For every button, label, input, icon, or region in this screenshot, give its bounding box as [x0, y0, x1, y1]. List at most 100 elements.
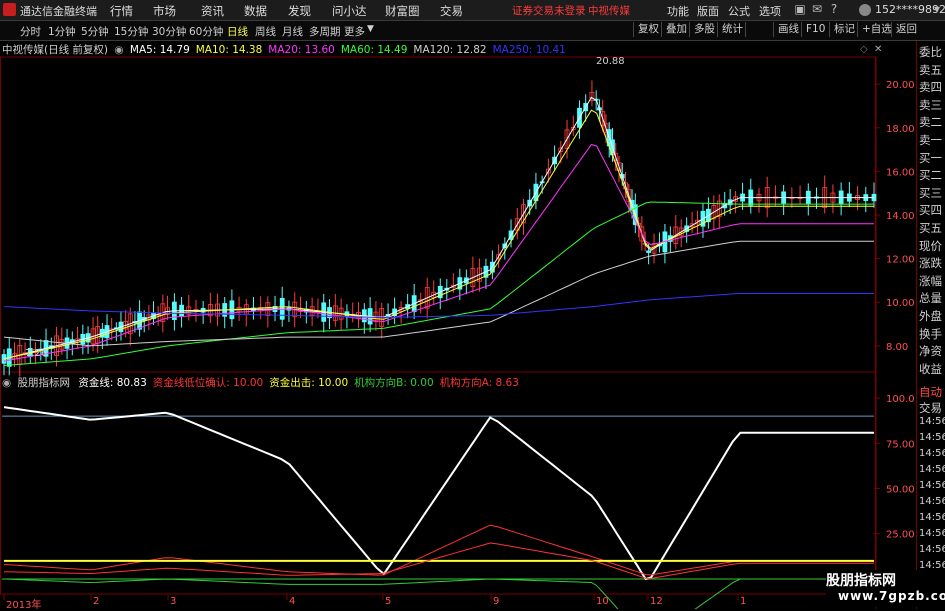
tool-mark[interactable]: 标记: [829, 22, 855, 37]
y-tick-label: 18.00: [886, 124, 915, 135]
quote-field-label: 现价: [919, 238, 942, 253]
ma-legend-item: MA250: 10.41: [492, 44, 566, 56]
legend-toggle-icon[interactable]: ◉: [114, 44, 123, 56]
trade-time-label: 14:56: [919, 464, 945, 475]
main-chart-border: [0, 56, 876, 373]
app-title: 通达信金融终端: [20, 5, 97, 18]
tool-stats[interactable]: 统计: [717, 22, 743, 37]
date-label: 10: [596, 596, 609, 607]
tool-add-watchlist[interactable]: +自选: [857, 22, 892, 37]
date-label: 5: [385, 596, 392, 607]
message-icon[interactable]: ✉: [810, 2, 824, 16]
y-tick-label: 20.00: [886, 80, 915, 91]
menu-data[interactable]: 数据: [244, 3, 267, 19]
indicator-name[interactable]: 股朋指标网: [18, 377, 71, 389]
period-multi[interactable]: 多周期: [309, 24, 341, 39]
trade-time-label: 14:56: [919, 512, 945, 523]
indicator-toggle-icon[interactable]: ◉: [2, 377, 11, 389]
period-5min[interactable]: 5分钟: [81, 24, 109, 39]
menu-news[interactable]: 资讯: [201, 3, 224, 19]
tool-sep: [745, 22, 760, 37]
trade-time-label: 14:56: [919, 544, 945, 555]
ind-line: [3, 406, 874, 581]
trade-time-label: 14:56: [919, 480, 945, 491]
quote-field-label: 换手: [919, 326, 942, 341]
period-weekly[interactable]: 周线: [255, 24, 276, 39]
tool-f10[interactable]: F10: [801, 22, 825, 37]
y-tick-label: 10.00: [886, 298, 915, 309]
menu-discover[interactable]: 发现: [288, 3, 311, 19]
low-price-label: 7.26: [25, 348, 48, 359]
chart-nav-icon[interactable]: ◇: [860, 44, 868, 55]
user-avatar-icon[interactable]: [859, 4, 871, 16]
quote-field-label: 卖二: [919, 115, 942, 130]
menu-trade[interactable]: 交易: [440, 3, 463, 19]
tool-overlay[interactable]: 叠加: [661, 22, 687, 37]
period-15min[interactable]: 15分钟: [114, 24, 148, 39]
quote-field-label: 买二: [919, 168, 942, 183]
period-intraday[interactable]: 分时: [20, 24, 41, 39]
trade-time-label: 14:56: [919, 448, 945, 459]
window-menu-icon[interactable]: ▾: [930, 2, 944, 16]
login-warning[interactable]: 证券交易未登录: [512, 3, 586, 18]
period-daily[interactable]: 日线: [227, 24, 248, 39]
tool-draw[interactable]: 画线: [773, 22, 799, 37]
indicator-legend: ◉ 股朋指标网 资金线: 80.83 资金线低位确认: 10.00 资金出击: 10…: [2, 375, 525, 389]
period-30min[interactable]: 30分钟: [152, 24, 186, 39]
menu-market-quotes[interactable]: 行情: [110, 3, 133, 19]
tool-multi-stock[interactable]: 多股: [689, 22, 715, 37]
trade-time-label: 14:56: [919, 432, 945, 443]
chart-close-icon[interactable]: ✕: [874, 44, 882, 55]
more-chevron-icon[interactable]: ▼: [367, 24, 374, 34]
skin-icon[interactable]: ▣: [793, 2, 807, 16]
menu-formula[interactable]: 公式: [728, 3, 750, 19]
date-label: 2: [93, 596, 100, 607]
quote-field-label: 净资: [919, 344, 942, 359]
stock-title[interactable]: 中视传媒(日线 前复权): [2, 44, 108, 56]
y-tick-label: 16.00: [886, 167, 915, 178]
tool-back[interactable]: 返回: [891, 22, 917, 37]
menu-layout[interactable]: 版面: [697, 3, 719, 19]
date-label: 12: [650, 596, 663, 607]
tool-adjust[interactable]: 复权: [633, 22, 659, 37]
quote-field-label: 买三: [919, 185, 942, 200]
quote-field-label: 卖一: [919, 133, 942, 147]
indicator-legend-item: 资金线低位确认: 10.00: [152, 377, 264, 389]
period-1min[interactable]: 1分钟: [48, 24, 76, 39]
indicator-legend-item: 资金出击: 10.00: [269, 377, 349, 389]
date-label: 4: [289, 596, 296, 607]
quote-field-label: 涨跌: [919, 256, 942, 271]
indicator-legend-item: 机构方向B: 0.00: [354, 377, 434, 389]
menu-functions[interactable]: 功能: [667, 3, 689, 19]
help-icon[interactable]: ?: [827, 2, 841, 16]
period-60min[interactable]: 60分钟: [189, 24, 223, 39]
ma-line-ma60: [3, 201, 874, 366]
ma-legend-item: MA60: 14.49: [340, 44, 408, 56]
ind-tick-label: 50.00: [886, 485, 915, 496]
y-tick-label: 14.00: [886, 211, 915, 222]
quote-field-label: 委比: [919, 45, 942, 59]
y-tick-label: 8.00: [886, 342, 908, 353]
menu-options[interactable]: 选项: [759, 3, 781, 19]
ma-legend-item: MA10: 14.38: [195, 44, 263, 56]
candle-body: [646, 250, 652, 253]
ind-tick-label: 25.00: [886, 530, 915, 541]
indicator-legend-item: 资金线: 80.83: [78, 377, 147, 389]
stock-chart[interactable]: 20.00 18.00 16.00 14.00 12.00 10.00 8.00 100.0 7…: [0, 41, 915, 609]
ma-legend-item: MA120: 12.82: [413, 44, 487, 56]
watermark-url: www.7gpzb.com: [838, 589, 945, 603]
period-more[interactable]: 更多: [344, 24, 365, 39]
period-monthly[interactable]: 月线: [282, 24, 303, 39]
quote-field-label: 总量: [919, 291, 942, 306]
ind-tick-label: 100.0: [886, 394, 915, 405]
current-stock-name: 中视传媒: [588, 5, 630, 17]
menu-wealth-circle[interactable]: 财富圈: [385, 3, 420, 19]
menu-ask-xiaoda[interactable]: 问小达: [332, 3, 367, 19]
trade-panel-label[interactable]: 交易: [919, 400, 942, 416]
watermark-title: 股朋指标网: [826, 573, 896, 589]
main-chart-legend: 中视传媒(日线 前复权) ◉ MA5: 14.79 MA10: 14.38 MA20…: [2, 42, 572, 56]
quote-field-label: 收益: [919, 361, 942, 376]
menu-market[interactable]: 市场: [153, 3, 176, 19]
trade-panel-label[interactable]: 自动: [919, 384, 942, 400]
quote-field-label: 买四: [919, 203, 942, 218]
